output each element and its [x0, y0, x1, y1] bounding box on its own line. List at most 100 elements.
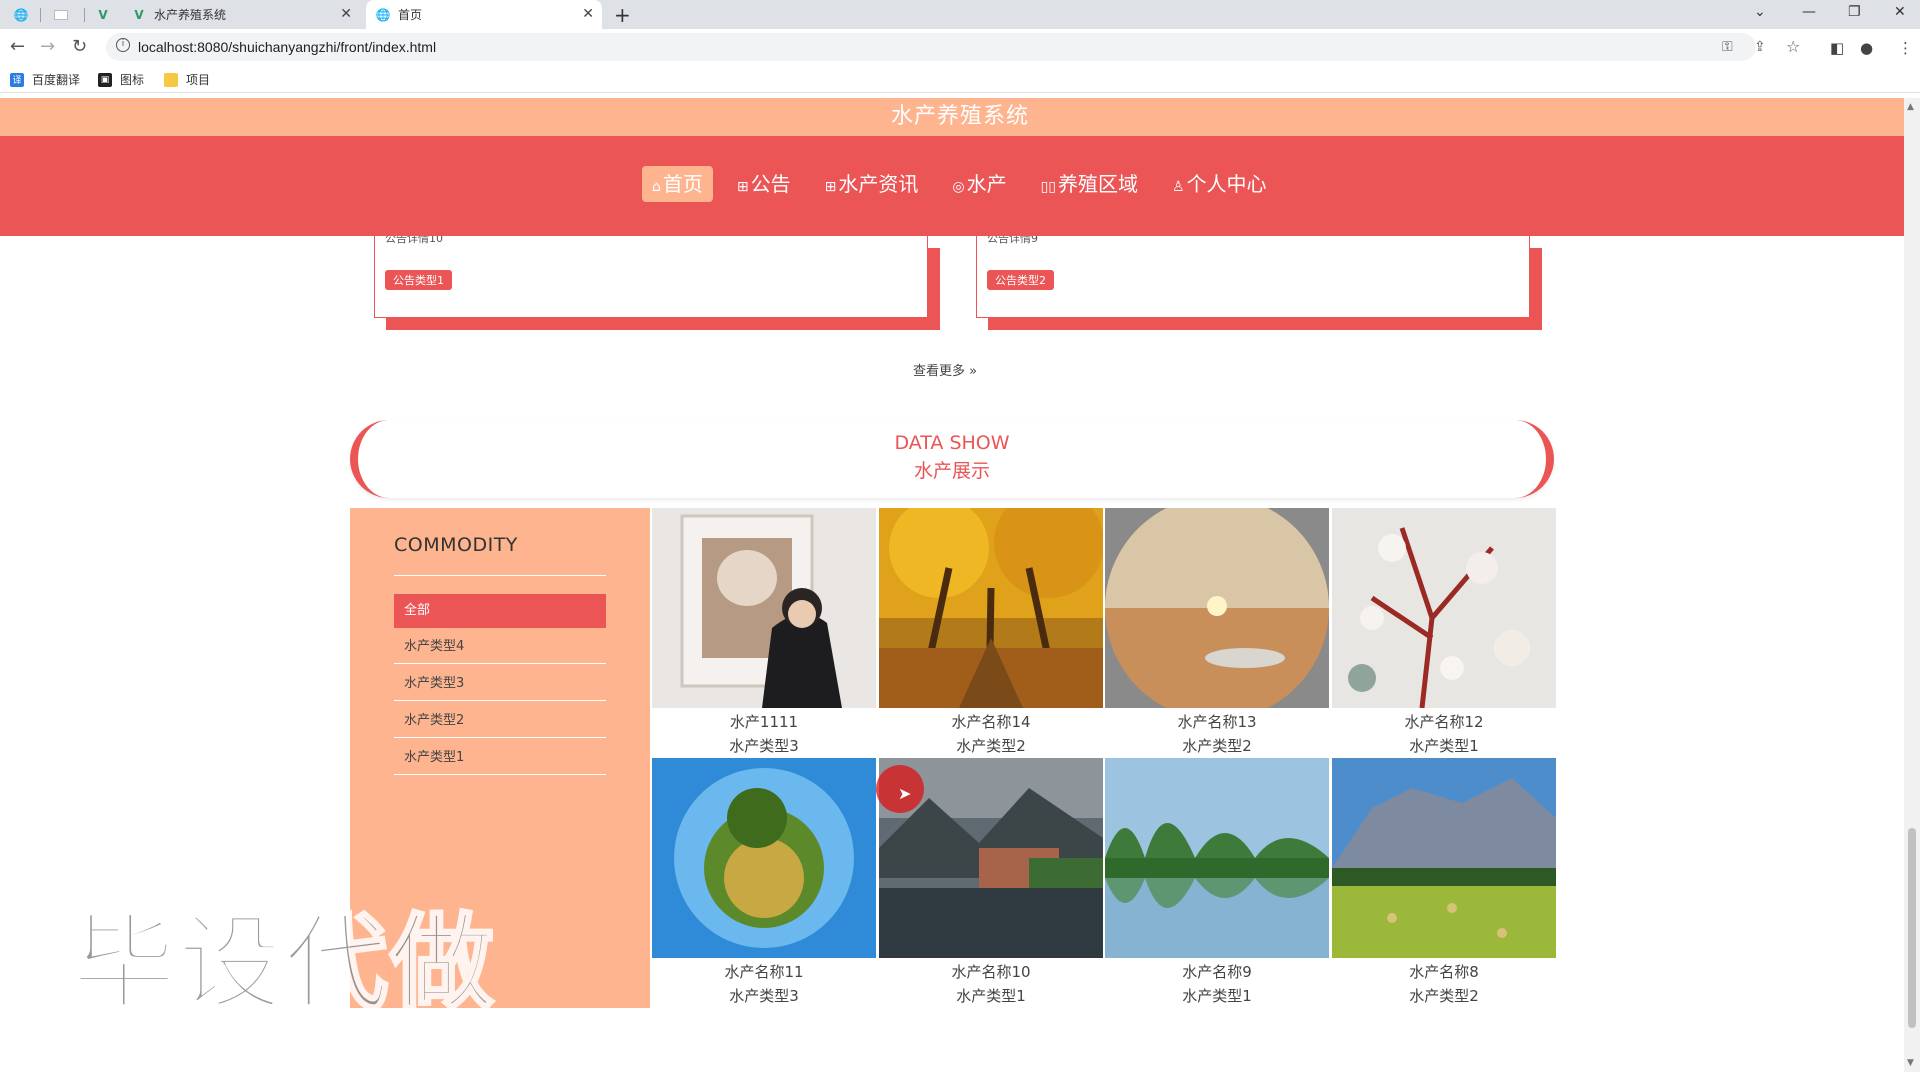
minimize-button[interactable]: —	[1802, 4, 1816, 20]
product-image-planet[interactable]	[652, 758, 876, 958]
category-item[interactable]: 水产类型1	[394, 741, 606, 775]
nav-label: 水产	[966, 172, 1007, 196]
product-type: 水产类型1	[1409, 737, 1479, 755]
tab-pinned-3[interactable]: V	[96, 0, 120, 29]
product-image-karst[interactable]	[1105, 758, 1329, 958]
star-icon[interactable]: ☆	[1786, 37, 1800, 56]
side-panel-icon[interactable]: ◧	[1830, 39, 1844, 57]
tab-shuichan-system[interactable]: V 水产养殖系统 ✕	[132, 0, 360, 29]
product-card[interactable]: 水产名称13 水产类型2	[1105, 508, 1329, 756]
mouse-pointer-icon: ➤	[898, 784, 912, 803]
category-title: COMMODITY	[394, 534, 518, 556]
tab-pinned-2[interactable]	[54, 0, 78, 29]
menu-kebab-icon[interactable]: ⋮	[1898, 39, 1913, 57]
category-item[interactable]: 水产类型3	[394, 667, 606, 701]
user-icon: ♙	[1172, 179, 1185, 195]
notice-card[interactable]: 公告详情10 公告类型1	[374, 232, 928, 318]
profile-avatar-icon[interactable]: ●	[1860, 39, 1873, 57]
product-image-blossom[interactable]	[1332, 508, 1556, 708]
back-button[interactable]: ←	[10, 36, 25, 57]
bookmark-icons[interactable]: ▣ 图标	[98, 71, 144, 88]
tab-separator	[84, 8, 85, 22]
restore-button[interactable]: ❐	[1848, 4, 1861, 20]
product-card[interactable]: 水产名称9 水产类型1	[1105, 758, 1329, 1006]
bookmark-baidu-translate[interactable]: 译 百度翻译	[10, 71, 80, 88]
columns-icon: ▯▯	[1040, 179, 1056, 195]
notice-card[interactable]: 公告详情9 公告类型2	[976, 232, 1530, 318]
product-card[interactable]: 水产名称8 水产类型2	[1332, 758, 1556, 1006]
bookmark-label: 项目	[186, 73, 211, 87]
home-icon: ⌂	[652, 179, 661, 195]
nav-news[interactable]: ⊞ 水产资讯	[815, 166, 929, 202]
gift-icon: ⊞	[736, 179, 749, 195]
bookmarks-bar: 译 百度翻译 ▣ 图标 项目	[0, 65, 1920, 93]
share-icon[interactable]: ⇪	[1754, 39, 1766, 55]
bookmark-label: 图标	[120, 73, 145, 87]
close-window-button[interactable]: ✕	[1894, 4, 1906, 20]
product-name: 水产名称8	[1409, 963, 1479, 981]
product-type: 水产类型1	[1182, 987, 1252, 1005]
reload-button[interactable]: ↻	[72, 36, 87, 57]
nav-personal-center[interactable]: ♙ 个人中心	[1162, 166, 1277, 202]
product-type: 水产类型3	[729, 987, 799, 1005]
product-card[interactable]: 水产名称11 水产类型3	[652, 758, 876, 1006]
browser-tab-strip: 🌐 V V 水产养殖系统 ✕ 🌐 首页 ✕ + ⌄ — ❐ ✕	[0, 0, 1920, 29]
product-type: 水产类型3	[729, 737, 799, 755]
product-card[interactable]: 水产1111 水产类型3	[652, 508, 876, 756]
page-viewport: 公告详情10 公告类型1 公告详情9 公告类型2 水产养殖系统 ⌂ 首页 ⊞ 公告 …	[0, 98, 1920, 1072]
plus-icon: +	[614, 2, 631, 27]
product-image-person[interactable]	[652, 508, 876, 708]
url-text[interactable]: localhost:8080/shuichanyangzhi/front/ind…	[138, 39, 436, 55]
globe-icon: 🌐	[375, 7, 391, 22]
dial-icon: ◎	[952, 179, 965, 195]
product-image-autumn[interactable]	[879, 508, 1103, 708]
site-info-icon[interactable]: i	[116, 38, 130, 52]
bookmark-label: 百度翻译	[32, 73, 81, 87]
product-image-desert[interactable]	[1105, 508, 1329, 708]
double-chevron-right-icon: »	[969, 364, 978, 379]
tab-title: 水产养殖系统	[154, 8, 227, 22]
category-item-all[interactable]: 全部	[394, 594, 606, 628]
tab-search-icon[interactable]: ⌄	[1754, 4, 1766, 20]
nav-home[interactable]: ⌂ 首页	[642, 166, 713, 202]
vue-logo-icon: V	[134, 7, 144, 22]
vue-logo-icon: V	[98, 7, 108, 22]
new-tab-button[interactable]: +	[614, 0, 638, 29]
nav-label: 首页	[662, 172, 703, 196]
product-name: 水产1111	[729, 713, 799, 731]
close-tab-icon[interactable]: ✕	[340, 6, 352, 22]
tab-home[interactable]: 🌐 首页 ✕	[366, 0, 602, 29]
scroll-up-arrow-icon[interactable]: ▲	[1907, 102, 1914, 112]
product-image-meadow[interactable]	[1332, 758, 1556, 958]
main-nav: ⌂ 首页 ⊞ 公告 ⊞ 水产资讯 ◎ 水产 ▯▯ 养殖区域 ♙ 个人中心	[0, 136, 1920, 236]
product-name: 水产名称12	[1404, 713, 1484, 731]
watermark-text: 毕设代做	[70, 901, 497, 1026]
tab-title: 首页	[398, 8, 423, 22]
folder-icon	[164, 72, 178, 87]
page-scrollbar[interactable]: ▲ ▼	[1904, 98, 1920, 1072]
product-card[interactable]: 水产名称14 水产类型2	[879, 508, 1103, 756]
product-card[interactable]: 水产名称12 水产类型1	[1332, 508, 1556, 756]
blank-page-icon	[54, 9, 68, 20]
image-icon: ▣	[98, 72, 112, 87]
address-bar[interactable]: i localhost:8080/shuichanyangzhi/front/i…	[106, 33, 1800, 61]
category-item[interactable]: 水产类型4	[394, 630, 606, 664]
close-tab-icon[interactable]: ✕	[582, 6, 594, 22]
view-more-link[interactable]: 查看更多 »	[913, 360, 977, 379]
address-toolbar: ← → ↻ i localhost:8080/shuichanyangzhi/f…	[0, 29, 1920, 65]
tab-pinned-1[interactable]: 🌐	[14, 0, 38, 29]
category-item[interactable]: 水产类型2	[394, 704, 606, 738]
scroll-down-arrow-icon[interactable]: ▼	[1907, 1058, 1914, 1068]
product-type: 水产类型2	[956, 737, 1026, 755]
nav-aquatic[interactable]: ◎ 水产	[942, 166, 1016, 202]
nav-notice[interactable]: ⊞ 公告	[727, 166, 801, 202]
scrollbar-thumb[interactable]	[1908, 828, 1916, 1028]
site-title: 水产养殖系统	[890, 104, 1029, 129]
nav-breeding-area[interactable]: ▯▯ 养殖区域	[1031, 166, 1148, 202]
bookmark-project[interactable]: 项目	[164, 71, 210, 88]
nav-label: 养殖区域	[1058, 172, 1138, 196]
product-name: 水产名称14	[951, 713, 1031, 731]
key-icon[interactable]: ⚿	[1722, 39, 1733, 55]
nav-label: 水产资讯	[838, 172, 919, 196]
forward-button[interactable]: →	[40, 36, 55, 57]
